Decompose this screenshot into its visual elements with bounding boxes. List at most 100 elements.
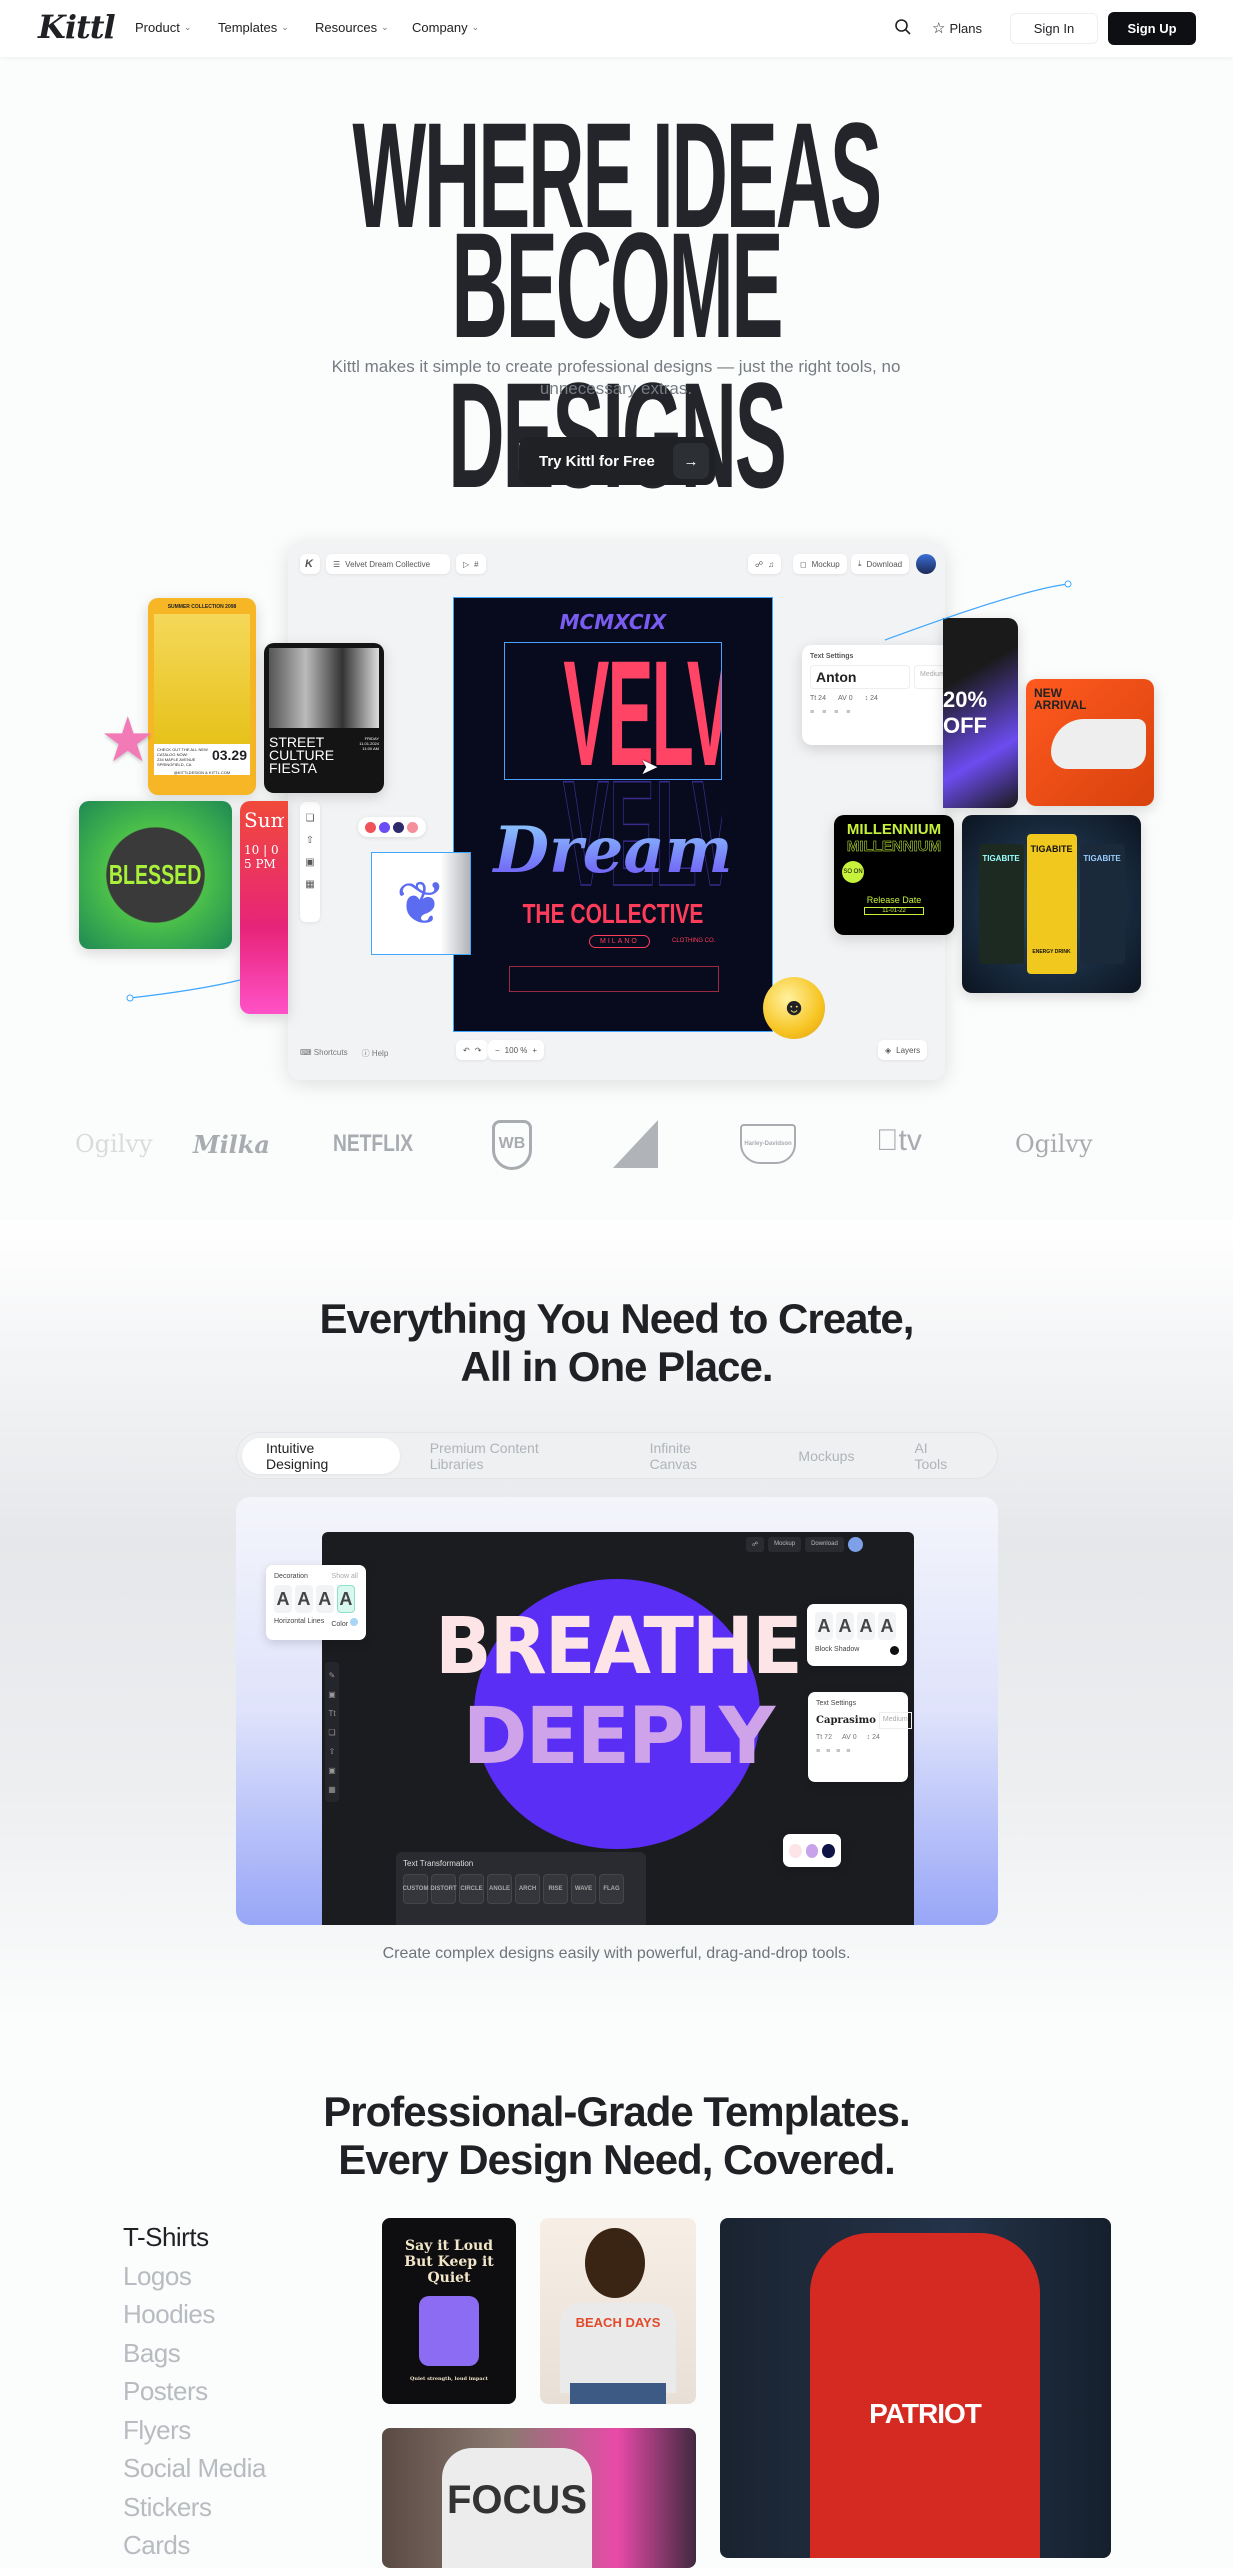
nav-label: Company	[412, 20, 468, 35]
mockup-button[interactable]: Mockup	[768, 1537, 802, 1552]
category-social-media[interactable]: Social Media	[123, 2449, 266, 2487]
decoration-option[interactable]: A	[336, 1585, 355, 1613]
nav-label: Product	[135, 20, 180, 35]
shadow-option[interactable]: A	[836, 1612, 854, 1640]
template-image[interactable]: PATRIOT	[720, 2218, 1111, 2558]
nav-resources[interactable]: Resources ⌄	[315, 20, 389, 35]
tab-premium-content[interactable]: Premium Content Libraries	[400, 1438, 620, 1474]
transform-option[interactable]: FLAG	[599, 1874, 624, 1904]
download-label: Download	[866, 559, 903, 569]
shadow-option[interactable]: A	[815, 1612, 833, 1640]
arrow-right-icon: →	[673, 443, 709, 479]
category-flyers[interactable]: Flyers	[123, 2411, 191, 2449]
connector-lines	[126, 580, 1072, 1002]
nav-product[interactable]: Product ⌄	[135, 20, 191, 35]
font-size-input[interactable]: Tt 72	[816, 1734, 832, 1741]
star-icon: ☆	[932, 20, 946, 37]
undo-icon: ↶	[463, 1045, 470, 1055]
download-button[interactable]: Download	[805, 1537, 844, 1552]
tab-mockups[interactable]: Mockups	[768, 1438, 884, 1474]
decoration-option[interactable]: A	[274, 1585, 292, 1613]
tab-ai-tools[interactable]: AI Tools	[884, 1438, 992, 1474]
brand-logos: Ogilvy Milka NETFLIX WB Harley-Davidson …	[0, 1120, 1233, 1170]
line-height-input[interactable]: ↕ 24	[867, 1734, 880, 1741]
color-swatch[interactable]	[890, 1646, 899, 1655]
align-icons[interactable]: ≡≡≡≡	[816, 1748, 900, 1755]
try-free-button[interactable]: Try Kittl for Free →	[519, 437, 715, 485]
tracking-input[interactable]: AV 0	[842, 1734, 857, 1741]
weight-select[interactable]: Medium	[878, 1712, 912, 1729]
transform-option[interactable]: RISE	[543, 1874, 568, 1904]
category-logos[interactable]: Logos	[123, 2257, 192, 2295]
footer-left: ⌨ Shortcuts ⓘ Help	[300, 1048, 388, 1059]
project-name-label: Velvet Dream Collective	[345, 559, 431, 569]
template-image[interactable]: BEACH DAYS	[540, 2218, 696, 2404]
transform-option[interactable]: ARCH	[515, 1874, 540, 1904]
font-select[interactable]: Caprasimo	[816, 1712, 876, 1729]
shadow-option[interactable]: A	[878, 1612, 896, 1640]
tab-intuitive-designing[interactable]: Intuitive Designing	[242, 1437, 400, 1474]
layers-button[interactable]: ◈ Layers	[878, 1040, 928, 1060]
block-shadow-panel: AAAA Block Shadow	[807, 1604, 907, 1666]
tab-infinite-canvas[interactable]: Infinite Canvas	[620, 1438, 769, 1474]
templates-heading-line2: Every Design Need, Covered.	[338, 2136, 896, 2183]
category-t-shirts[interactable]: T-Shirts	[123, 2218, 209, 2256]
undo-redo[interactable]: ↶ ↷	[456, 1040, 489, 1060]
transform-option[interactable]: CIRCLE	[459, 1874, 484, 1904]
plans-link[interactable]: ☆ Plans	[932, 19, 982, 37]
category-posters[interactable]: Posters	[123, 2372, 208, 2410]
sign-in-button[interactable]: Sign In	[1010, 13, 1098, 44]
help-button[interactable]: ⓘ Help	[362, 1048, 389, 1059]
features-heading-line1: Everything You Need to Create,	[319, 1295, 915, 1342]
nav-label: Resources	[315, 20, 378, 35]
category-stickers[interactable]: Stickers	[123, 2488, 212, 2526]
shirt-icon: ◻	[800, 559, 807, 569]
kittl-logo[interactable]: Kittl	[38, 8, 116, 46]
category-cards[interactable]: Cards	[123, 2526, 190, 2564]
text-settings-panel: Text Settings Caprasimo Medium Tt 72 AV 0 ↕…	[808, 1692, 912, 1782]
category-bags[interactable]: Bags	[123, 2334, 181, 2372]
transform-option[interactable]: ANGLE	[487, 1874, 512, 1904]
download-icon: ⤓	[858, 559, 862, 568]
color-swatch[interactable]	[805, 1843, 819, 1858]
bell-icon: ♫	[768, 559, 775, 569]
chevron-down-icon: ⌄	[281, 22, 289, 32]
zoom-control[interactable]: −100 % +	[488, 1040, 545, 1060]
nav-company[interactable]: Company ⌄	[412, 20, 479, 35]
category-hoodies[interactable]: Hoodies	[123, 2295, 215, 2333]
transform-option[interactable]: WAVE	[571, 1874, 596, 1904]
cta-label: Try Kittl for Free	[539, 452, 655, 470]
features-heading-line2: All in One Place.	[460, 1343, 773, 1390]
decoration-option[interactable]: A	[294, 1585, 313, 1613]
color-swatch[interactable]	[822, 1843, 836, 1858]
sign-up-button[interactable]: Sign Up	[1108, 12, 1196, 45]
show-all-link[interactable]: Show all	[332, 1573, 358, 1580]
demo-palette	[783, 1834, 841, 1867]
mockup-label: Mockup	[811, 559, 840, 569]
share-icon[interactable]: ☍	[746, 1537, 765, 1552]
nav-templates[interactable]: Templates ⌄	[218, 20, 289, 35]
logo-ogilvy: Ogilvy	[75, 1130, 153, 1158]
template-image[interactable]: FOCUS	[382, 2428, 696, 2568]
template-image[interactable]: Say it Loud But Keep it Quiet Quiet stre…	[382, 2218, 516, 2404]
transform-option[interactable]: DISTORT	[430, 1874, 457, 1904]
color-swatch[interactable]	[789, 1843, 802, 1858]
shortcuts-button[interactable]: ⌨ Shortcuts	[300, 1048, 348, 1059]
zoom-in-icon[interactable]: +	[532, 1046, 537, 1055]
decoration-panel: Decoration Show all AAAA Horizontal Lines…	[266, 1565, 366, 1640]
logo-ogilvy: Ogilvy	[1015, 1130, 1093, 1158]
templates-heading-line1: Professional-Grade Templates.	[323, 2088, 910, 2135]
transform-option[interactable]: CUSTOM	[403, 1874, 428, 1904]
nav-label: Templates	[218, 20, 278, 35]
zoom-out-icon[interactable]: −	[495, 1046, 500, 1055]
left-toolbar: ✎ ▣ Tt ❏ ⇧ ▣ ▦	[325, 1662, 339, 1802]
decoration-option[interactable]: A	[315, 1585, 334, 1613]
color-swatch[interactable]	[350, 1618, 358, 1626]
layers-label: Layers	[896, 1045, 921, 1055]
search-icon[interactable]	[894, 18, 912, 41]
chevron-down-icon: ⌄	[183, 22, 192, 32]
avatar[interactable]	[847, 1537, 863, 1552]
logo-harley: Harley-Davidson	[740, 1124, 796, 1164]
logo-netflix: NETFLIX	[333, 1130, 413, 1157]
shadow-option[interactable]: A	[857, 1612, 875, 1640]
